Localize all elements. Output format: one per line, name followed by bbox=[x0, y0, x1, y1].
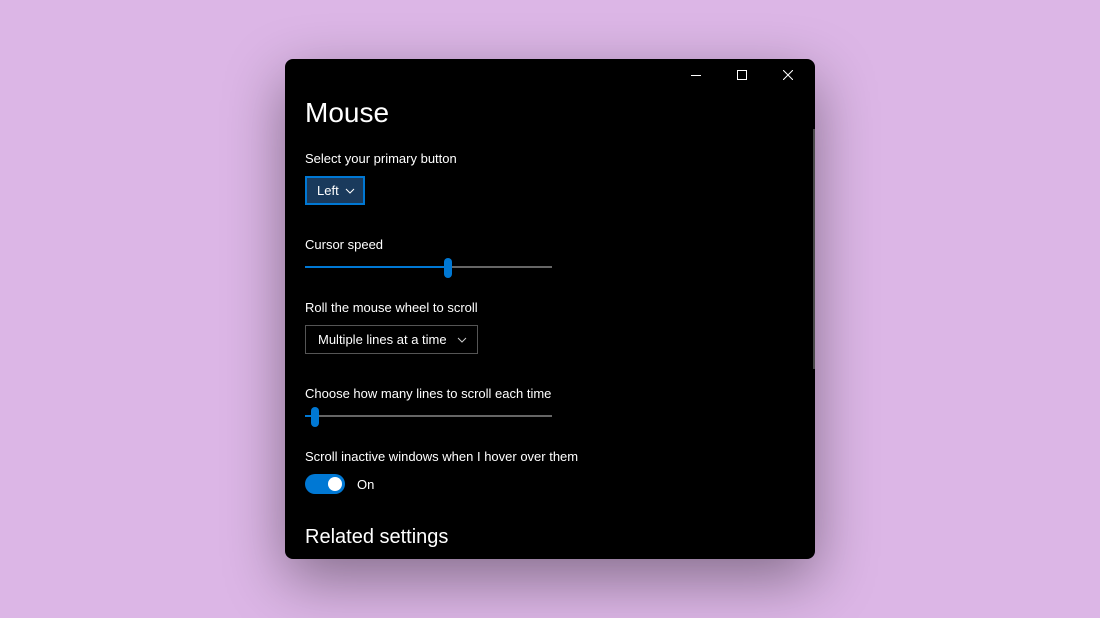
cursor-speed-slider[interactable] bbox=[305, 266, 552, 268]
chevron-down-icon bbox=[345, 186, 355, 196]
minimize-button[interactable] bbox=[673, 59, 719, 91]
page-title: Mouse bbox=[305, 97, 795, 129]
inactive-scroll-section: Scroll inactive windows when I hover ove… bbox=[305, 449, 795, 494]
chevron-down-icon bbox=[457, 335, 467, 345]
lines-scroll-section: Choose how many lines to scroll each tim… bbox=[305, 386, 795, 417]
inactive-scroll-state: On bbox=[357, 477, 374, 492]
inactive-scroll-toggle[interactable] bbox=[305, 474, 345, 494]
close-button[interactable] bbox=[765, 59, 811, 91]
content-area: Mouse Select your primary button Left Cu… bbox=[285, 91, 815, 559]
lines-scroll-slider[interactable] bbox=[305, 415, 552, 417]
primary-button-value: Left bbox=[317, 183, 339, 198]
wheel-scroll-dropdown[interactable]: Multiple lines at a time bbox=[305, 325, 478, 354]
related-settings-title: Related settings bbox=[305, 526, 795, 549]
primary-button-section: Select your primary button Left bbox=[305, 151, 795, 205]
primary-button-dropdown[interactable]: Left bbox=[305, 176, 365, 205]
lines-scroll-label: Choose how many lines to scroll each tim… bbox=[305, 386, 795, 401]
cursor-speed-section: Cursor speed bbox=[305, 237, 795, 268]
maximize-button[interactable] bbox=[719, 59, 765, 91]
titlebar bbox=[285, 59, 815, 91]
primary-button-label: Select your primary button bbox=[305, 151, 795, 166]
slider-thumb[interactable] bbox=[444, 258, 452, 278]
wheel-scroll-section: Roll the mouse wheel to scroll Multiple … bbox=[305, 300, 795, 354]
toggle-knob bbox=[328, 477, 342, 491]
wheel-scroll-label: Roll the mouse wheel to scroll bbox=[305, 300, 795, 315]
slider-thumb[interactable] bbox=[311, 407, 319, 427]
cursor-speed-label: Cursor speed bbox=[305, 237, 795, 252]
settings-window: Mouse Select your primary button Left Cu… bbox=[285, 59, 815, 559]
wheel-scroll-value: Multiple lines at a time bbox=[318, 332, 447, 347]
scrollbar[interactable] bbox=[813, 129, 815, 369]
inactive-scroll-label: Scroll inactive windows when I hover ove… bbox=[305, 449, 795, 464]
